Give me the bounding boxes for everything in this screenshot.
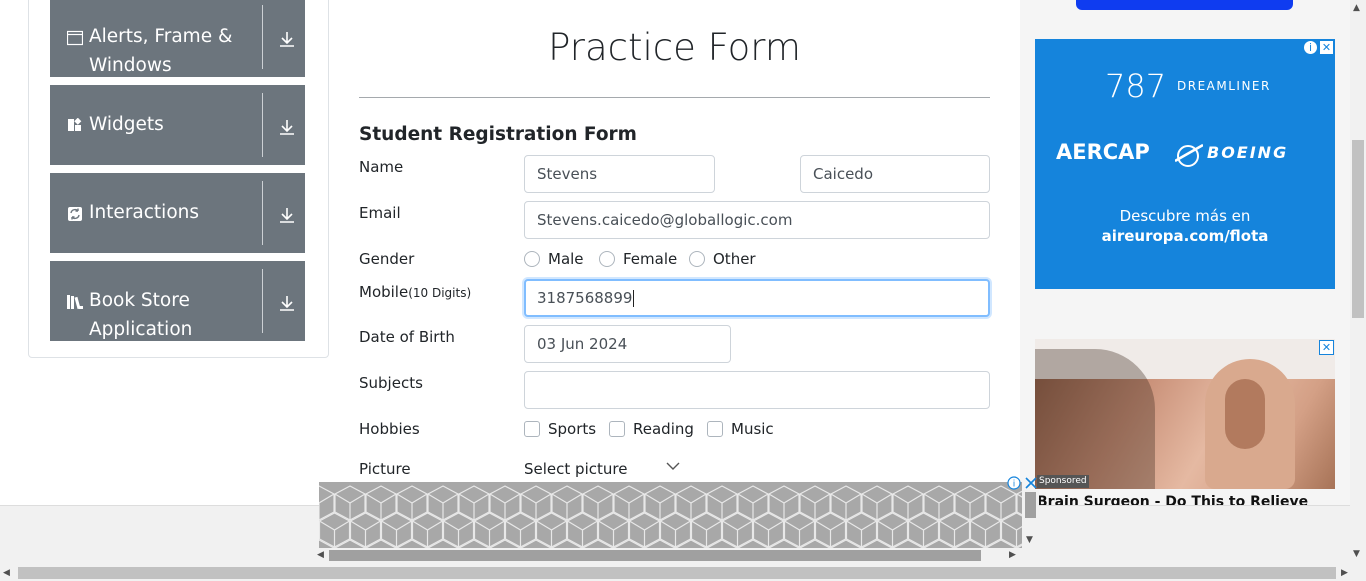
gender-other-radio[interactable] [689, 251, 705, 267]
download-icon [280, 120, 294, 135]
ad-787-text: 787 [1105, 67, 1167, 105]
ad-info-icon[interactable]: i [1303, 40, 1318, 55]
ad-image-photo[interactable] [1035, 339, 1335, 489]
divider [262, 181, 263, 245]
chevron-down-icon [666, 462, 680, 470]
ad-close-icon[interactable]: ✕ [1319, 340, 1334, 355]
hobby-reading-label[interactable]: Reading [633, 420, 694, 438]
date-of-birth-input[interactable]: 03 Jun 2024 [524, 325, 731, 363]
ad-banner-aireuropa[interactable]: 787 DREAMLINER AERCAP BOEING Descubre má… [1035, 39, 1335, 289]
ad-controls[interactable]: i [1006, 475, 1040, 491]
gender-female-radio[interactable] [599, 251, 615, 267]
mobile-input[interactable]: 3187568899 [524, 279, 990, 317]
hobby-sports-label[interactable]: Sports [548, 420, 596, 438]
window-icon [67, 30, 83, 46]
boeing-logo-icon [1175, 143, 1203, 167]
ad-close-icon[interactable]: ✕ [1319, 40, 1334, 55]
picture-label: Picture [359, 460, 411, 478]
hobbies-label: Hobbies [359, 420, 420, 438]
sidebar-group-label: Widgets [89, 114, 164, 135]
ad-dreamliner-text: DREAMLINER [1177, 79, 1271, 93]
widgets-icon [68, 118, 82, 131]
mobile-hint: (10 Digits) [408, 286, 472, 300]
ad-url: aireuropa.com/flota [1101, 227, 1269, 245]
hobby-music-label[interactable]: Music [731, 420, 774, 438]
sidebar-group-interactions[interactable]: Interactions [50, 173, 305, 253]
hobby-music-checkbox[interactable] [707, 421, 723, 437]
subjects-input[interactable] [524, 371, 990, 409]
name-label: Name [359, 158, 404, 176]
text-cursor [633, 290, 635, 307]
email-label: Email [359, 204, 401, 222]
download-icon [280, 32, 294, 47]
gender-other-label[interactable]: Other [713, 250, 756, 268]
gender-female-label[interactable]: Female [623, 250, 677, 268]
page-title: Practice Form [548, 26, 801, 69]
sidebar-group-label: Alerts, Frame & Windows [89, 26, 233, 76]
email-input[interactable]: Stevens.caicedo@globallogic.com [524, 201, 990, 239]
ad-banner-pattern[interactable] [319, 482, 1022, 548]
dob-label: Date of Birth [359, 328, 455, 346]
form-subtitle: Student Registration Form [359, 124, 637, 145]
ad-scrollbar-horizontal[interactable]: ◀ ▶ [317, 548, 1022, 563]
gender-label: Gender [359, 250, 415, 268]
first-name-input[interactable]: Stevens [524, 155, 715, 193]
sponsored-badge: Sponsored [1037, 475, 1089, 488]
sidebar-group-widgets[interactable]: Widgets [50, 85, 305, 165]
ad-scrollbar-vertical[interactable]: ▼ [1022, 490, 1039, 548]
ad-top-button[interactable] [1076, 0, 1293, 10]
interactions-icon [68, 207, 82, 221]
subjects-label: Subjects [359, 374, 423, 392]
ad-tagline: Descubre más en [1119, 207, 1251, 225]
divider [262, 93, 263, 157]
ad-headline[interactable]: Brain Surgeon - Do This to Relieve [1037, 492, 1337, 505]
mobile-label: Mobile(10 Digits) [359, 283, 472, 301]
page-scrollbar-vertical-thumb[interactable] [1352, 140, 1364, 318]
books-icon [67, 295, 83, 310]
select-picture-button[interactable]: Select picture [524, 460, 627, 478]
divider [262, 5, 263, 69]
sidebar-group-book-store[interactable]: Book Store Application [50, 261, 305, 341]
ad-boeing-logo: BOEING [1207, 143, 1289, 162]
title-divider [359, 97, 990, 98]
sidebar-group-alerts-frame-windows[interactable]: Alerts, Frame & Windows [50, 0, 305, 77]
last-name-input[interactable]: Caicedo [800, 155, 990, 193]
download-icon [280, 208, 294, 223]
divider [262, 269, 263, 333]
page: Alerts, Frame & Windows Widgets Interact… [0, 0, 1366, 581]
ad-aercap-logo: AERCAP [1056, 140, 1150, 164]
sidebar-group-label: Interactions [89, 202, 200, 223]
hobby-reading-checkbox[interactable] [609, 421, 625, 437]
svg-text:i: i [1013, 480, 1016, 490]
hobby-sports-checkbox[interactable] [524, 421, 540, 437]
gender-male-label[interactable]: Male [548, 250, 584, 268]
sidebar-group-label: Book Store Application [89, 290, 193, 340]
page-scrollbar-horizontal-thumb[interactable] [18, 567, 1336, 579]
gender-male-radio[interactable] [524, 251, 540, 267]
download-icon [280, 296, 294, 311]
